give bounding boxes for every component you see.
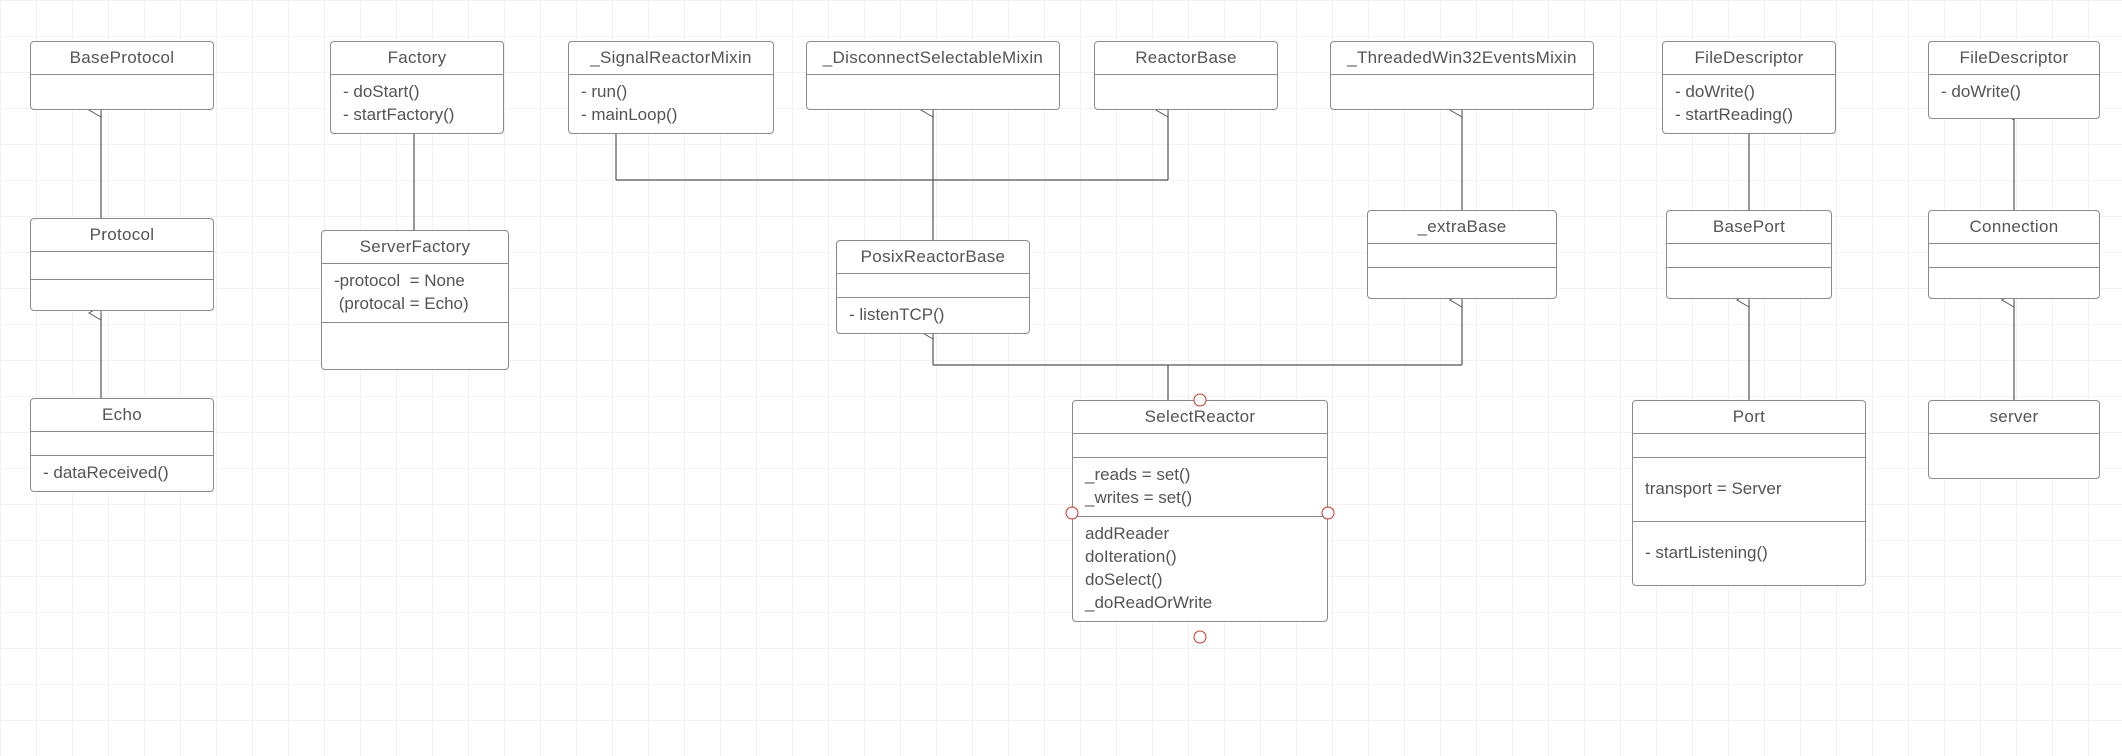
class-title: Echo [31, 399, 213, 432]
class-title: FileDescriptor [1929, 42, 2099, 75]
class-PosixReactorBase[interactable]: PosixReactorBase - listenTCP() [836, 240, 1030, 334]
class-title: _DisconnectSelectableMixin [807, 42, 1059, 75]
member: _writes = set() [1085, 488, 1192, 507]
class-title: _ThreadedWin32EventsMixin [1331, 42, 1593, 75]
member: (protocal = Echo) [334, 294, 469, 313]
class-Port[interactable]: Port transport = Server - startListening… [1632, 400, 1866, 586]
member: - mainLoop() [581, 105, 677, 124]
class-title: ReactorBase [1095, 42, 1277, 75]
member: doIteration() [1085, 547, 1177, 566]
class-Connection[interactable]: Connection [1928, 210, 2100, 299]
class-title: Port [1633, 401, 1865, 434]
class-title: Protocol [31, 219, 213, 252]
class-SelectReactor[interactable]: SelectReactor _reads = set() _writes = s… [1072, 400, 1328, 622]
member: - listenTCP() [849, 305, 944, 324]
class-title: _SignalReactorMixin [569, 42, 773, 75]
member: -protocol = None [334, 271, 465, 290]
class-ThreadedWin32EventsMixin[interactable]: _ThreadedWin32EventsMixin [1330, 41, 1594, 110]
class-BaseProtocol[interactable]: BaseProtocol [30, 41, 214, 110]
class-Echo[interactable]: Echo - dataReceived() [30, 398, 214, 492]
class-title: Factory [331, 42, 503, 75]
member: - doWrite() [1941, 82, 2021, 101]
resize-handle[interactable] [1066, 507, 1079, 520]
class-Factory[interactable]: Factory - doStart() - startFactory() [330, 41, 504, 134]
class-title: FileDescriptor [1663, 42, 1835, 75]
member: doSelect() [1085, 570, 1162, 589]
class-ReactorBase[interactable]: ReactorBase [1094, 41, 1278, 110]
class-extraBase[interactable]: _extraBase [1367, 210, 1557, 299]
member: transport = Server [1645, 479, 1782, 498]
class-title: BasePort [1667, 211, 1831, 244]
member: _reads = set() [1085, 465, 1190, 484]
resize-handle[interactable] [1322, 507, 1335, 520]
member: - doWrite() [1675, 82, 1755, 101]
member: - startListening() [1645, 543, 1768, 562]
class-ServerFactory[interactable]: ServerFactory -protocol = None (protocal… [321, 230, 509, 370]
class-title: server [1929, 401, 2099, 434]
member: addReader [1085, 524, 1169, 543]
class-DisconnectSelectableMixin[interactable]: _DisconnectSelectableMixin [806, 41, 1060, 110]
resize-handle[interactable] [1194, 631, 1207, 644]
member: - startFactory() [343, 105, 454, 124]
class-title: ServerFactory [322, 231, 508, 264]
class-SignalReactorMixin[interactable]: _SignalReactorMixin - run() - mainLoop() [568, 41, 774, 134]
member: - doStart() [343, 82, 420, 101]
resize-handle[interactable] [1194, 394, 1207, 407]
class-title: Connection [1929, 211, 2099, 244]
class-title: _extraBase [1368, 211, 1556, 244]
class-title: PosixReactorBase [837, 241, 1029, 274]
class-server[interactable]: server [1928, 400, 2100, 479]
class-Protocol[interactable]: Protocol [30, 218, 214, 311]
class-title: BaseProtocol [31, 42, 213, 75]
class-BasePort[interactable]: BasePort [1666, 210, 1832, 299]
member: - dataReceived() [43, 463, 169, 482]
member: - run() [581, 82, 627, 101]
member: - startReading() [1675, 105, 1793, 124]
class-FileDescriptor-left[interactable]: FileDescriptor - doWrite() - startReadin… [1662, 41, 1836, 134]
member: _doReadOrWrite [1085, 593, 1212, 612]
class-FileDescriptor-right[interactable]: FileDescriptor - doWrite() [1928, 41, 2100, 119]
